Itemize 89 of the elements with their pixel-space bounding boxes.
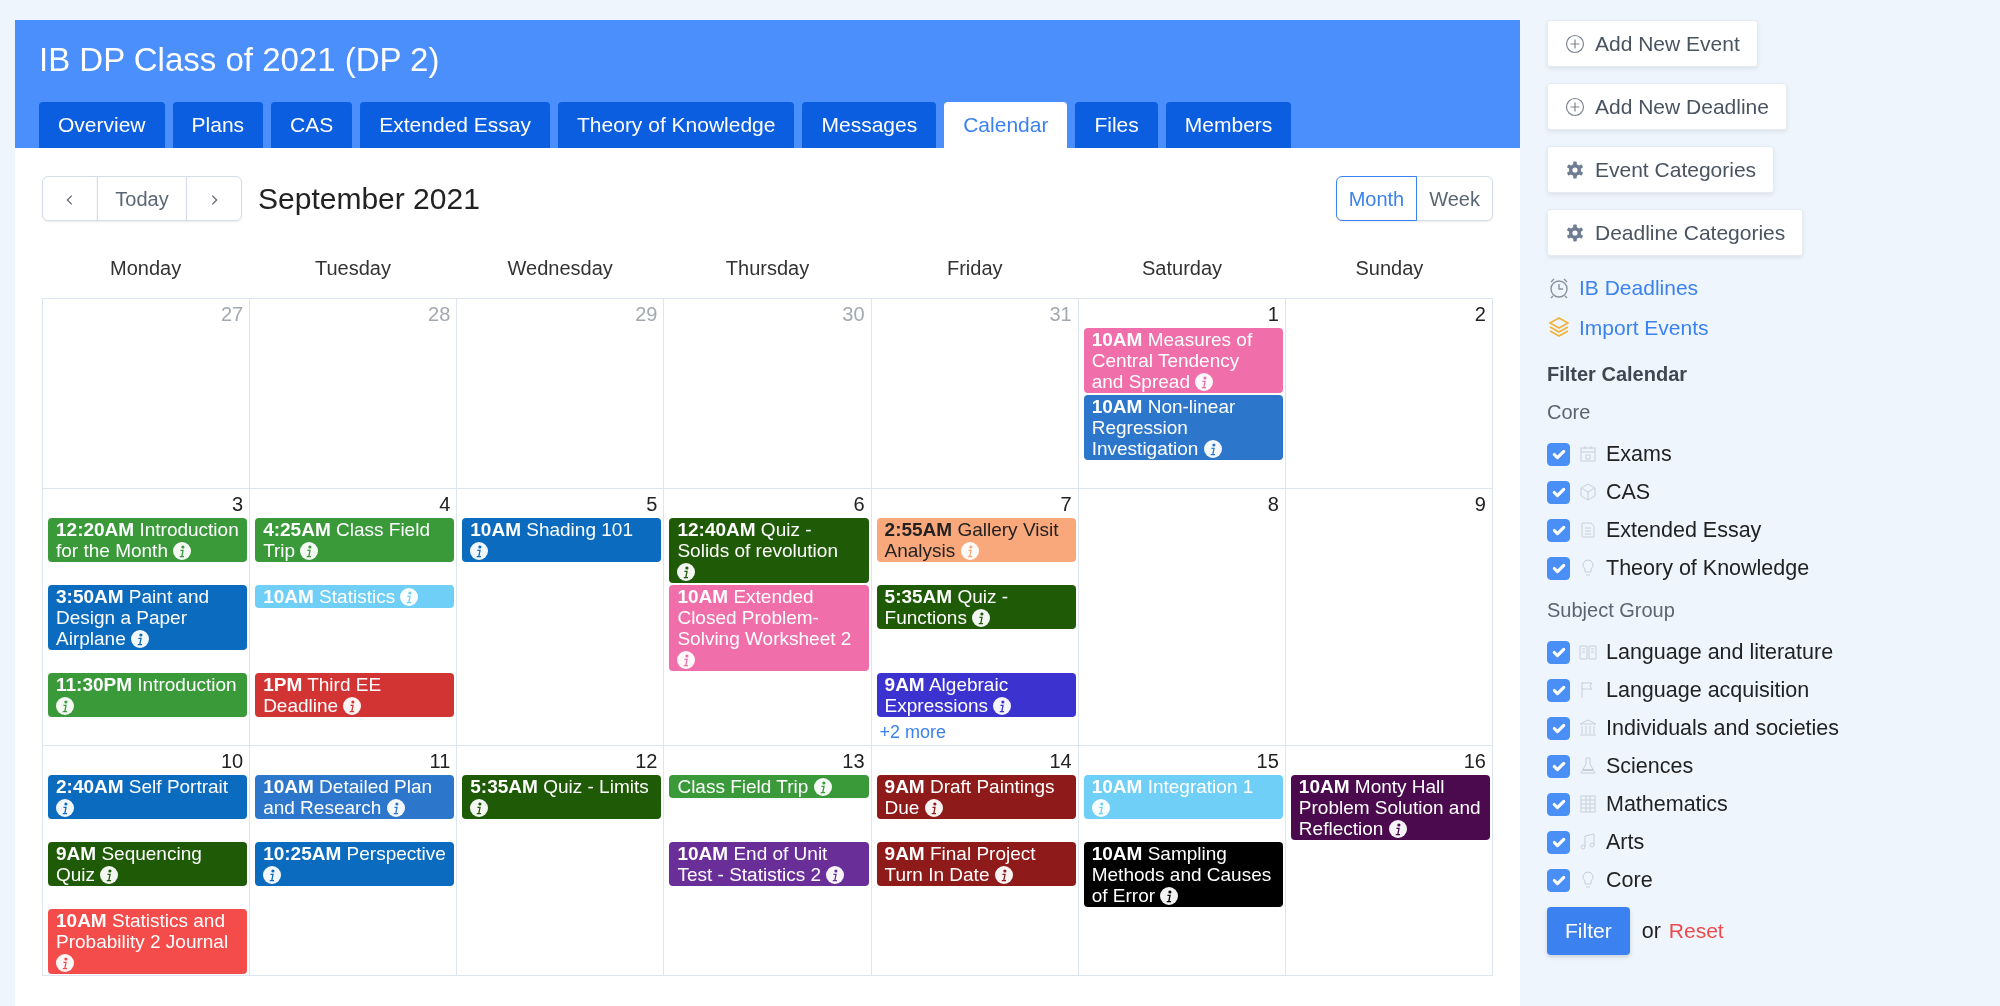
- course-title: IB DP Class of 2021 (DP 2): [39, 40, 441, 80]
- calendar-event[interactable]: 10:25AM Perspective: [255, 842, 455, 886]
- calendar-event[interactable]: 9AM Algebraic Expressions: [876, 673, 1076, 717]
- date-number: 14: [1048, 749, 1073, 774]
- date-number: 31: [1048, 302, 1073, 327]
- calendar-event[interactable]: 5:35AM Quiz - Functions: [876, 585, 1076, 629]
- sidebar-action-button[interactable]: Add New Event: [1547, 20, 1758, 67]
- date-number: 4: [438, 492, 452, 517]
- filter-label: Extended Essay: [1606, 516, 1762, 544]
- filter-label: Sciences: [1606, 752, 1694, 780]
- sidebar-action-button[interactable]: Event Categories: [1547, 146, 1775, 193]
- filter-label: Mathematics: [1606, 790, 1728, 818]
- view-toggle[interactable]: Week: [1416, 176, 1493, 221]
- sidebar-action-button[interactable]: Deadline Categories: [1547, 209, 1804, 256]
- date-number: 13: [841, 749, 866, 774]
- calendar-event[interactable]: 10AM Shading 101: [462, 518, 662, 562]
- date-number: 1: [1266, 302, 1280, 327]
- filter-label: Individuals and societies: [1606, 714, 1840, 742]
- date-number: 30: [841, 302, 866, 327]
- weekday-header: Thursday: [724, 256, 811, 281]
- tab[interactable]: Calendar: [944, 102, 1068, 148]
- calendar-event[interactable]: 2:55AM Gallery Visit Analysis: [876, 518, 1076, 562]
- filter-group-label: Subject Group: [1547, 598, 1676, 623]
- or-text: or: [1641, 917, 1661, 945]
- filter-button[interactable]: Filter: [1547, 907, 1630, 955]
- date-number: 7: [1059, 492, 1073, 517]
- filter-label: Arts: [1606, 828, 1645, 856]
- weekday-header: Friday: [946, 256, 1004, 281]
- tab[interactable]: Members: [1165, 102, 1292, 148]
- filter-label: Theory of Knowledge: [1606, 554, 1810, 582]
- date-number: 8: [1266, 492, 1280, 517]
- weekday-header: Tuesday: [313, 256, 392, 281]
- date-number: 6: [852, 492, 866, 517]
- calendar-event[interactable]: 10AM Non-linear Regression Investigation: [1083, 395, 1283, 460]
- date-number: 16: [1462, 749, 1487, 774]
- filter-label: Core: [1606, 866, 1653, 894]
- date-number: 28: [427, 302, 452, 327]
- sidebar-link[interactable]: IB Deadlines: [1579, 272, 1699, 304]
- calendar-event[interactable]: 10AM End of Unit Test - Statistics 2: [669, 842, 869, 886]
- reset-link[interactable]: Reset: [1668, 915, 1724, 947]
- date-number: 5: [645, 492, 659, 517]
- tab[interactable]: Plans: [172, 102, 264, 148]
- calendar-event[interactable]: 12:40AM Quiz - Solids of revolution: [669, 518, 869, 583]
- filter-label: Language acquisition: [1606, 676, 1810, 704]
- calendar-event[interactable]: 10AM Statistics and Probability 2 Journal: [48, 909, 248, 974]
- date-number: 10: [219, 749, 245, 774]
- sidebar-link[interactable]: Import Events: [1579, 311, 1709, 343]
- filter-label: Exams: [1606, 440, 1672, 468]
- calendar-event[interactable]: 12:20AM Introduction for the Month: [48, 518, 248, 562]
- view-toggle[interactable]: Month: [1335, 176, 1418, 221]
- date-number: 9: [1473, 492, 1487, 517]
- weekday-header: Sunday: [1354, 256, 1425, 281]
- calendar-event[interactable]: 10AM Monty Hall Problem Solution and Reflection: [1290, 775, 1490, 840]
- calendar-event[interactable]: 9AM Draft Paintings Due: [876, 775, 1076, 819]
- date-number: 11: [428, 749, 452, 774]
- weekday-header: Saturday: [1141, 256, 1224, 281]
- calendar-event[interactable]: 9AM Final Project Turn In Date: [876, 842, 1076, 886]
- filter-label: Language and literature: [1606, 638, 1834, 666]
- calendar-event[interactable]: 1PM Third EE Deadline: [255, 673, 455, 717]
- date-number: 2: [1473, 302, 1487, 327]
- calendar-event[interactable]: 4:25AM Class Field Trip: [255, 518, 455, 562]
- tab[interactable]: Overview: [39, 102, 165, 148]
- tab[interactable]: Files: [1075, 102, 1158, 148]
- calendar-event[interactable]: 10AM Detailed Plan and Research: [255, 775, 455, 819]
- calendar-event[interactable]: 3:50AM Paint and Design a Paper Airplane: [48, 585, 248, 650]
- calendar-event[interactable]: Class Field Trip: [669, 775, 869, 798]
- calendar-event[interactable]: 10AM Sampling Methods and Causes of Error: [1083, 842, 1283, 907]
- today-button[interactable]: Today: [97, 176, 187, 221]
- tab[interactable]: Extended Essay: [360, 102, 550, 148]
- date-number: 3: [231, 492, 245, 517]
- date-number: 15: [1255, 749, 1280, 774]
- weekday-header: Wednesday: [506, 256, 614, 281]
- calendar-event[interactable]: 9AM Sequencing Quiz: [48, 842, 248, 886]
- weekday-header: Monday: [109, 256, 183, 281]
- tab[interactable]: CAS: [271, 102, 353, 148]
- more-events-link[interactable]: +2 more: [871, 719, 1079, 746]
- filter-group-label: Core: [1547, 400, 1592, 425]
- filter-label: CAS: [1606, 478, 1651, 506]
- date-number: 29: [634, 302, 659, 327]
- filter-heading: Filter Calendar: [1547, 362, 1689, 387]
- calendar-event[interactable]: 2:40AM Self Portrait: [48, 775, 248, 819]
- month-title: September 2021: [258, 181, 480, 217]
- date-number: 12: [634, 749, 659, 774]
- date-number: 27: [219, 302, 245, 327]
- tab[interactable]: Theory of Knowledge: [558, 102, 795, 148]
- tab[interactable]: Messages: [802, 102, 937, 148]
- calendar-event[interactable]: 11:30PM Introduction: [48, 673, 248, 717]
- sidebar-action-button[interactable]: Add New Deadline: [1547, 83, 1787, 130]
- calendar-event[interactable]: 5:35AM Quiz - Limits: [462, 775, 662, 819]
